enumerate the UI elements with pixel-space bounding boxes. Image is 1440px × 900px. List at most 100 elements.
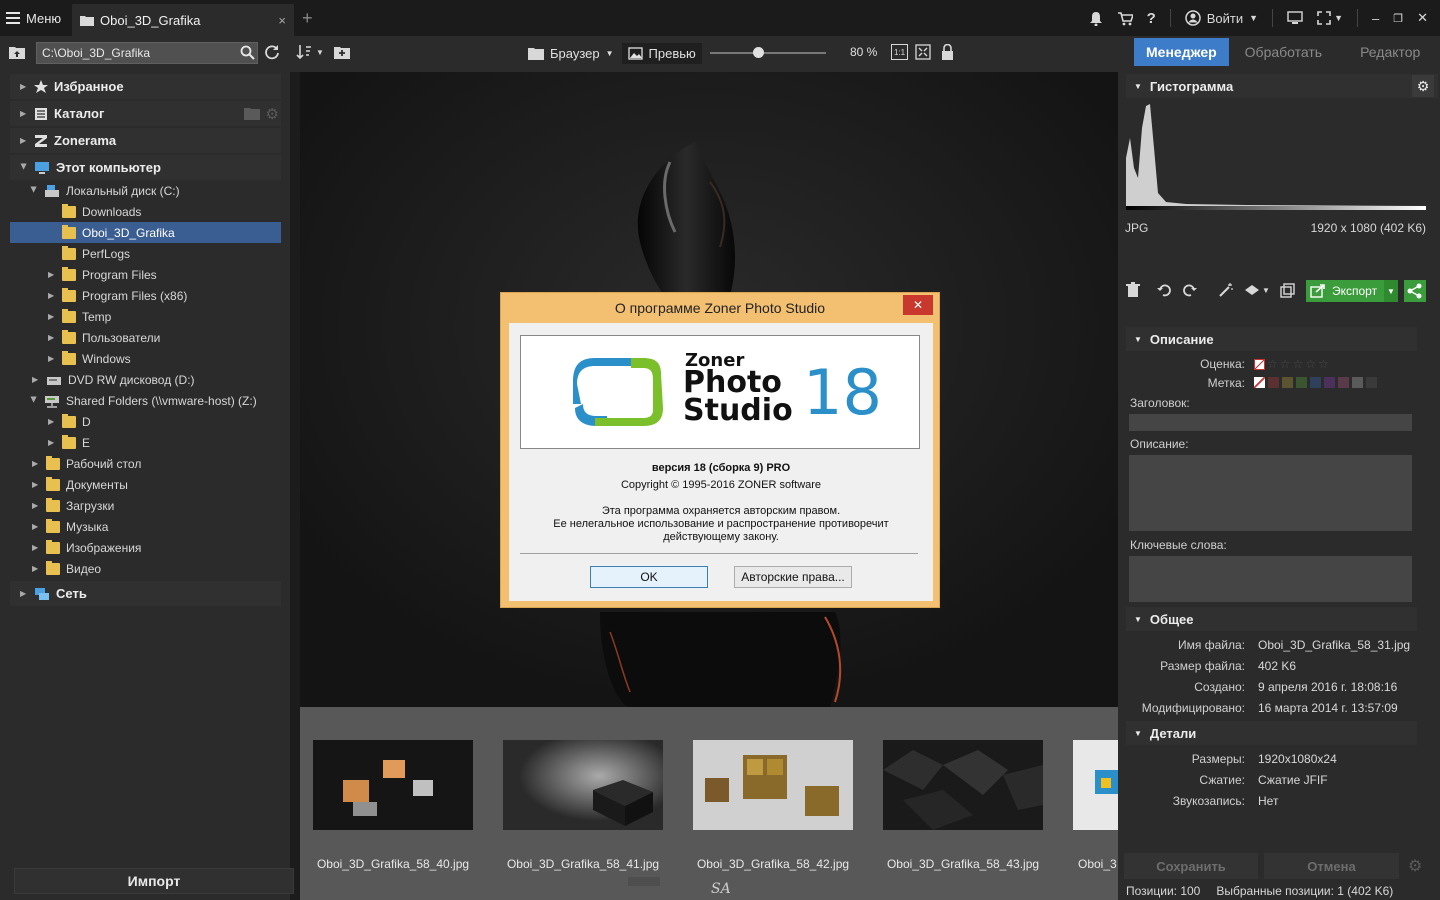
- fit-to-screen-icon[interactable]: [915, 44, 931, 60]
- tree-item-program-files[interactable]: ▶ Program Files: [48, 264, 280, 285]
- thumbnail-5[interactable]: [1073, 740, 1118, 830]
- restore-button[interactable]: ❐: [1393, 12, 1403, 25]
- label-black[interactable]: [1366, 377, 1377, 388]
- rotate-left-icon[interactable]: [1156, 282, 1172, 298]
- section-catalog[interactable]: ▶ Каталог ⚙: [10, 101, 281, 126]
- export-dropdown-button[interactable]: ▼: [1384, 280, 1398, 302]
- zoom-1to1-button[interactable]: 1:1: [891, 44, 908, 60]
- notification-bell-icon[interactable]: [1089, 11, 1103, 26]
- rating-stars[interactable]: ☆ ☆ ☆ ☆ ☆: [1254, 357, 1329, 371]
- keywords-field[interactable]: [1129, 556, 1412, 602]
- section-zonerama[interactable]: ▶ Zonerama: [10, 128, 281, 153]
- thumbnail-2[interactable]: [503, 740, 663, 830]
- folder-up-icon[interactable]: [9, 45, 25, 59]
- tree-item-oboi-3d-grafika[interactable]: Oboi_3D_Grafika: [10, 222, 281, 243]
- copy-icon[interactable]: [1280, 282, 1295, 298]
- tree-item-video[interactable]: ▶ Видео: [32, 558, 280, 579]
- magic-wand-icon[interactable]: [1218, 282, 1234, 298]
- clear-rating-icon[interactable]: [1254, 358, 1265, 370]
- tree-item-documents[interactable]: ▶ Документы: [32, 474, 280, 495]
- monitor-icon[interactable]: [1287, 11, 1303, 25]
- title-field[interactable]: [1129, 414, 1412, 431]
- lock-icon[interactable]: [941, 44, 954, 60]
- filmstrip-scroll-handle[interactable]: [628, 877, 660, 886]
- tree-item-program-files-x86[interactable]: ▶ Program Files (x86): [48, 285, 280, 306]
- copyright-button[interactable]: Авторские права...: [734, 566, 852, 588]
- zoom-slider-track[interactable]: [710, 52, 826, 54]
- gear-icon[interactable]: ⚙: [266, 105, 279, 123]
- star-icon[interactable]: ☆: [1280, 357, 1291, 371]
- search-icon[interactable]: [240, 45, 255, 60]
- settings-icon[interactable]: ⚙: [1412, 75, 1434, 97]
- label-purple[interactable]: [1324, 377, 1335, 388]
- dialog-close-button[interactable]: ✕: [903, 295, 933, 315]
- clear-label-icon[interactable]: [1254, 377, 1265, 388]
- new-tab-button[interactable]: +: [302, 8, 313, 29]
- description-field[interactable]: [1129, 455, 1412, 531]
- color-labels[interactable]: [1254, 377, 1377, 388]
- tab-close-button[interactable]: ×: [278, 13, 286, 28]
- sort-button[interactable]: ▼: [296, 44, 324, 60]
- section-favorites[interactable]: ▶ Избранное: [10, 74, 281, 99]
- tree-item-desktop[interactable]: ▶ Рабочий стол: [32, 453, 280, 474]
- refresh-icon[interactable]: [264, 44, 280, 60]
- fullscreen-icon[interactable]: ▼: [1317, 11, 1343, 25]
- tree-item-downloads[interactable]: Downloads: [62, 201, 280, 222]
- effects-icon[interactable]: ▼: [1244, 283, 1270, 297]
- label-yellow[interactable]: [1282, 377, 1293, 388]
- section-histogram[interactable]: ▼ Гистограмма ⚙: [1126, 74, 1438, 98]
- section-description[interactable]: ▼ Описание: [1126, 327, 1417, 351]
- new-folder-icon[interactable]: [334, 45, 350, 59]
- label-gray[interactable]: [1352, 377, 1363, 388]
- login-button[interactable]: Войти ▼: [1185, 10, 1258, 26]
- tree-item-temp[interactable]: ▶ Temp: [48, 306, 280, 327]
- tree-item-music[interactable]: ▶ Музыка: [32, 516, 280, 537]
- section-this-pc[interactable]: ▶ Этот компьютер: [10, 155, 281, 180]
- tree-item-shared-folders[interactable]: ▶ Shared Folders (\\vmware-host) (Z:): [30, 390, 280, 411]
- save-button[interactable]: Сохранить: [1124, 853, 1258, 879]
- star-icon[interactable]: ☆: [1305, 357, 1316, 371]
- tab-manager[interactable]: Менеджер: [1134, 38, 1229, 66]
- tree-item-pictures[interactable]: ▶ Изображения: [32, 537, 280, 558]
- label-red[interactable]: [1268, 377, 1279, 388]
- star-icon[interactable]: ☆: [1293, 357, 1304, 371]
- ok-button[interactable]: OK: [590, 566, 708, 588]
- thumbnail-4[interactable]: [883, 740, 1043, 830]
- preview-button[interactable]: Превью: [621, 43, 702, 64]
- rotate-right-icon[interactable]: [1182, 282, 1198, 298]
- thumbnail-3[interactable]: [693, 740, 853, 830]
- thumbnail-1[interactable]: [313, 740, 473, 830]
- gear-icon[interactable]: ⚙: [1408, 856, 1422, 876]
- tree-item-dvd-drive[interactable]: ▶ DVD RW дисковод (D:): [32, 369, 280, 390]
- tree-item-e[interactable]: ▶ E: [48, 432, 280, 453]
- import-button[interactable]: Импорт: [14, 868, 294, 894]
- label-pink[interactable]: [1338, 377, 1349, 388]
- add-folder-icon[interactable]: [243, 107, 260, 120]
- tree-item-perflogs[interactable]: PerfLogs: [62, 243, 280, 264]
- share-button[interactable]: [1404, 280, 1426, 302]
- section-details[interactable]: ▼ Детали: [1126, 721, 1417, 745]
- tab-oboi-3d-grafika[interactable]: Oboi_3D_Grafika ×: [72, 4, 294, 36]
- browser-button[interactable]: Браузер ▼: [528, 46, 614, 61]
- minimize-button[interactable]: –: [1372, 11, 1379, 26]
- trash-icon[interactable]: [1126, 282, 1140, 298]
- label-blue[interactable]: [1310, 377, 1321, 388]
- label-green[interactable]: [1296, 377, 1307, 388]
- cancel-button[interactable]: Отмена: [1264, 853, 1399, 879]
- tab-develop[interactable]: Обработать: [1229, 38, 1334, 66]
- tree-item-users[interactable]: ▶ Пользователи: [48, 327, 280, 348]
- path-input[interactable]: C:\Oboi_3D_Grafika: [36, 42, 258, 64]
- menu-button[interactable]: Меню: [6, 8, 61, 28]
- section-network[interactable]: ▶ Сеть: [10, 581, 281, 606]
- help-icon[interactable]: ?: [1147, 10, 1156, 27]
- tree-item-d[interactable]: ▶ D: [48, 411, 280, 432]
- tree-item-downloads-ru[interactable]: ▶ Загрузки: [32, 495, 280, 516]
- section-general[interactable]: ▼ Общее: [1126, 607, 1417, 631]
- cart-icon[interactable]: [1117, 11, 1133, 26]
- close-window-button[interactable]: ✕: [1417, 10, 1428, 26]
- tab-editor[interactable]: Редактор: [1334, 38, 1432, 66]
- star-icon[interactable]: ☆: [1318, 357, 1329, 371]
- tree-item-drive-c[interactable]: ▶ Локальный диск (C:): [30, 180, 280, 201]
- star-icon[interactable]: ☆: [1267, 357, 1278, 371]
- tree-item-windows[interactable]: ▶ Windows: [48, 348, 280, 369]
